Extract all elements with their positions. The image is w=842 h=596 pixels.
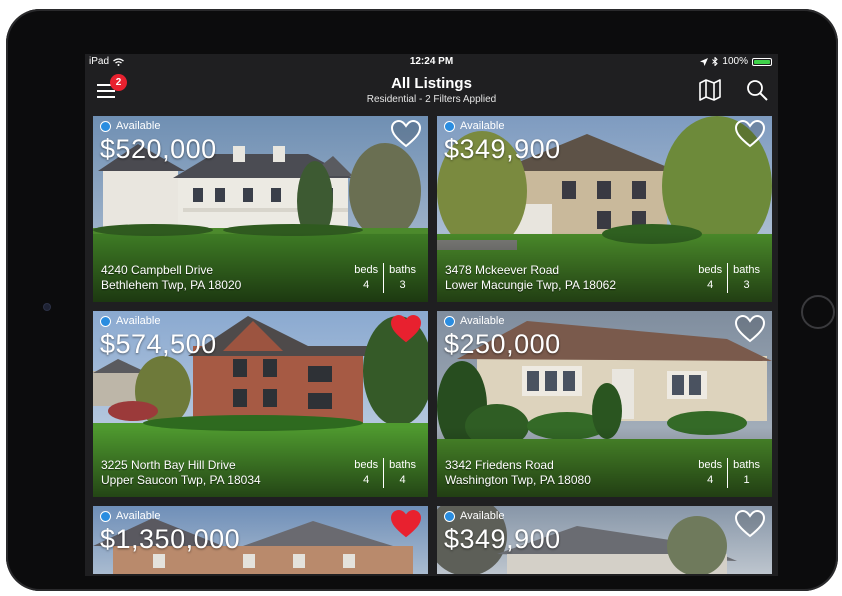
available-dot-icon [444, 510, 455, 522]
battery-level-fill [754, 59, 770, 64]
listing-address: 4240 Campbell Drive Bethlehem Twp, PA 18… [101, 263, 241, 293]
heart-icon[interactable] [391, 120, 421, 148]
availability-status: Available [100, 510, 160, 522]
map-icon[interactable] [697, 78, 723, 102]
availability-status: Available [444, 510, 504, 522]
filter-summary[interactable]: Residential - 2 Filters Applied [85, 94, 778, 105]
listing-card[interactable]: Available $349,900 3478 Mckeever Road Lo… [437, 116, 772, 302]
baths-count: 4 [399, 474, 406, 486]
listing-price: $1,350,000 [100, 524, 241, 554]
heart-icon[interactable] [735, 315, 765, 343]
street-address: 3225 North Bay Hill Drive [101, 458, 236, 472]
city-state-zip: Upper Saucon Twp, PA 18034 [101, 473, 261, 487]
battery-icon [752, 57, 772, 66]
beds-count: 4 [707, 279, 714, 291]
listing-price: $520,000 [100, 134, 217, 164]
listing-price: $349,900 [444, 134, 561, 164]
listing-price: $250,000 [444, 329, 561, 359]
battery-percent: 100% [722, 56, 748, 67]
bluetooth-icon [712, 57, 719, 66]
street-address: 3478 Mckeever Road [445, 263, 560, 277]
available-dot-icon [444, 120, 455, 132]
listing-stats: beds 4 baths 4 [349, 458, 421, 488]
available-dot-icon [100, 120, 111, 132]
location-arrow-icon [700, 57, 709, 66]
status-time: 12:24 PM [409, 56, 454, 67]
heart-icon[interactable] [391, 315, 421, 343]
baths-count: 1 [743, 474, 750, 486]
availability-status: Available [444, 120, 504, 132]
ipad-device-frame: iPad 12:24 PM 100% 2 All Listings Reside… [6, 9, 838, 591]
availability-status: Available [444, 315, 504, 327]
available-dot-icon [100, 315, 111, 327]
availability-status: Available [100, 315, 160, 327]
city-state-zip: Washington Twp, PA 18080 [445, 473, 591, 487]
available-dot-icon [444, 315, 455, 327]
listing-card[interactable]: Available $250,000 3342 Friedens Road Wa… [437, 311, 772, 497]
listing-address: 3342 Friedens Road Washington Twp, PA 18… [445, 458, 591, 488]
city-state-zip: Lower Macungie Twp, PA 18062 [445, 278, 616, 292]
street-address: 3342 Friedens Road [445, 458, 554, 472]
listing-card[interactable]: Available $520,000 4240 Campbell Drive B… [93, 116, 428, 302]
beds-count: 4 [363, 474, 370, 486]
baths-count: 3 [743, 279, 750, 291]
listing-address: 3225 North Bay Hill Drive Upper Saucon T… [101, 458, 261, 488]
street-address: 4240 Campbell Drive [101, 263, 214, 277]
heart-icon[interactable] [735, 510, 765, 538]
listing-price: $574,500 [100, 329, 217, 359]
beds-count: 4 [707, 474, 714, 486]
listing-stats: beds 4 baths 3 [693, 263, 765, 293]
app-screen: iPad 12:24 PM 100% 2 All Listings Reside… [85, 54, 778, 576]
home-button[interactable] [801, 295, 835, 329]
navigation-bar: 2 All Listings Residential - 2 Filters A… [85, 70, 778, 110]
listing-card[interactable]: Available $574,500 3225 North Bay Hill D… [93, 311, 428, 497]
listing-card[interactable]: Available $1,350,000 [93, 506, 428, 574]
listing-stats: beds 4 baths 3 [349, 263, 421, 293]
heart-icon[interactable] [735, 120, 765, 148]
listing-address: 3478 Mckeever Road Lower Macungie Twp, P… [445, 263, 616, 293]
listing-card[interactable]: Available $349,900 [437, 506, 772, 574]
beds-count: 4 [363, 279, 370, 291]
front-camera [44, 304, 50, 310]
city-state-zip: Bethlehem Twp, PA 18020 [101, 278, 242, 292]
page-title: All Listings [391, 75, 472, 92]
search-icon[interactable] [745, 78, 771, 102]
listing-stats: beds 4 baths 1 [693, 458, 765, 488]
listing-price: $349,900 [444, 524, 561, 554]
heart-icon[interactable] [391, 510, 421, 538]
availability-status: Available [100, 120, 160, 132]
status-bar: iPad 12:24 PM 100% [85, 54, 778, 70]
available-dot-icon [100, 510, 111, 522]
baths-count: 3 [399, 279, 406, 291]
